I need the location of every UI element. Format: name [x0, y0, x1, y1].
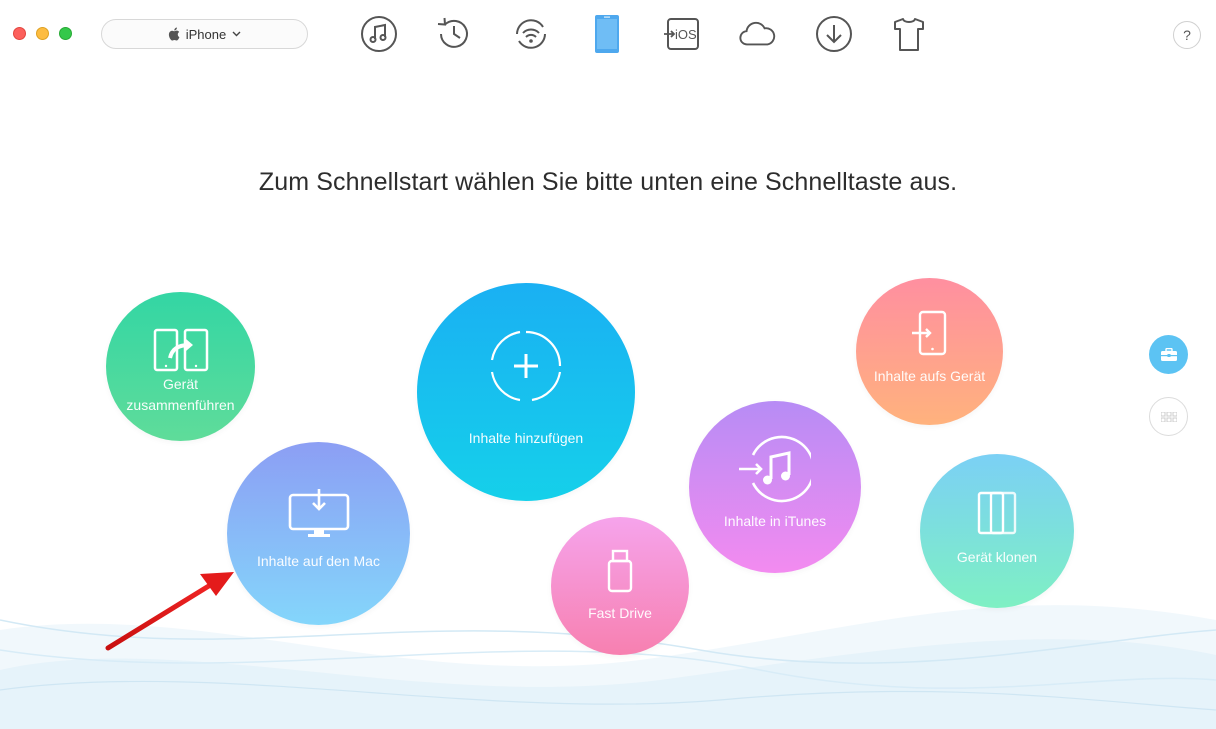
- mac-export-icon: [288, 489, 349, 537]
- fast-drive-label: Fast Drive: [588, 604, 652, 621]
- phone-import-icon: [911, 310, 946, 356]
- toolbar-icloud[interactable]: [738, 15, 776, 53]
- clone-device-button[interactable]: Gerät klonen: [920, 454, 1074, 608]
- add-content-button[interactable]: Inhalte hinzufügen: [417, 283, 635, 501]
- device-icon: [595, 15, 619, 53]
- history-icon: [437, 17, 468, 48]
- toolbar-wifi-sync[interactable]: [512, 15, 550, 53]
- chevron-down-icon: [232, 31, 241, 37]
- wifi-sync-icon: [516, 19, 546, 49]
- download-icon: [816, 16, 852, 52]
- content-to-mac-label: Inhalte auf den Mac: [257, 553, 380, 569]
- toolbar-device[interactable]: [588, 15, 626, 53]
- toolbar-ios-update[interactable]: iOS: [663, 15, 701, 53]
- maximize-window-button[interactable]: [59, 27, 72, 40]
- toolbox-icon: [1160, 347, 1177, 361]
- content-to-device-label: Inhalte aufs Gerät: [873, 368, 986, 384]
- close-window-button[interactable]: [13, 27, 26, 40]
- merge-device-button[interactable]: Gerät zusammenführen: [106, 292, 255, 441]
- clone-device-label: Gerät klonen: [956, 548, 1038, 565]
- toolbox-view-button[interactable]: [1149, 335, 1188, 374]
- add-icon: [490, 330, 562, 401]
- content-to-mac-button[interactable]: Inhalte auf den Mac: [227, 442, 410, 625]
- usb-drive-icon: [607, 549, 633, 592]
- content-to-itunes-button[interactable]: Inhalte in iTunes: [689, 401, 861, 573]
- toolbar-music[interactable]: [360, 15, 398, 53]
- fast-drive-button[interactable]: Fast Drive: [551, 517, 689, 655]
- itunes-export-icon: [739, 435, 811, 502]
- title-bar: iPhone iOS ?: [0, 0, 1216, 70]
- device-name: iPhone: [185, 26, 227, 42]
- toolbar-download[interactable]: [815, 15, 853, 53]
- annotation-arrow-icon: [105, 572, 234, 651]
- apple-icon: [168, 27, 180, 41]
- tshirt-icon: [894, 18, 924, 51]
- help-button[interactable]: ?: [1173, 21, 1201, 49]
- content-to-itunes-label: Inhalte in iTunes: [723, 512, 827, 529]
- clone-icon: [977, 491, 1017, 534]
- ios-update-icon: iOS: [664, 18, 699, 50]
- content-to-device-button[interactable]: Inhalte aufs Gerät: [856, 278, 1003, 425]
- grid-view-button[interactable]: [1149, 397, 1188, 436]
- music-icon: [361, 16, 397, 52]
- minimize-window-button[interactable]: [36, 27, 49, 40]
- add-content-label: Inhalte hinzufügen: [468, 429, 584, 446]
- toolbar-tshirt[interactable]: [890, 15, 928, 53]
- app-window: iPhone iOS ? Zum Schnellstart wählen Sie…: [0, 0, 1216, 729]
- icloud-icon: [739, 21, 776, 46]
- merge-icon: [153, 328, 208, 371]
- toolbar-history[interactable]: [435, 15, 473, 53]
- page-title: Zum Schnellstart wählen Sie bitte unten …: [258, 168, 958, 196]
- grid-icon: [1160, 411, 1177, 422]
- device-selector[interactable]: iPhone: [101, 19, 308, 49]
- svg-text:iOS: iOS: [675, 27, 697, 42]
- merge-device-label: Gerät zusammenführen: [126, 375, 235, 413]
